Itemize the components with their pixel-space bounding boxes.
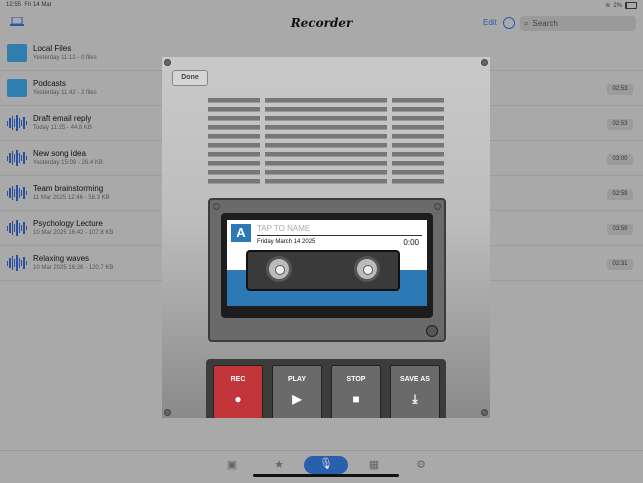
item-meta: 10 Mar 2025 16:42 - 107.8 KB — [33, 230, 114, 236]
rec-button[interactable]: REC ● — [213, 365, 263, 418]
item-name: Relaxing waves — [33, 254, 90, 263]
search-field[interactable]: ⌕ Search — [520, 16, 636, 31]
play-icon: ▶ — [292, 392, 302, 406]
done-button[interactable]: Done — [172, 70, 208, 86]
grid-plus-icon: ▦ — [368, 459, 380, 471]
screw-icon — [213, 203, 220, 210]
duration-badge: 03:00 — [607, 154, 633, 165]
recorder-panel: Done A TAP TO NAME Friday March 14 2025 … — [162, 57, 490, 418]
waveform-icon — [7, 184, 27, 202]
home-indicator — [253, 474, 399, 477]
screw-icon — [434, 203, 441, 210]
top-bar: Recorder Edit ⌕ Search — [0, 12, 643, 36]
speaker-grille — [265, 98, 387, 184]
search-placeholder: Search — [532, 19, 558, 28]
duration-badge: 02:53 — [607, 119, 633, 130]
status-bar: 12:55 Fri 14 Mar ≋ 2% — [0, 0, 643, 12]
duration-badge: 03:59 — [607, 224, 633, 235]
duration-badge: 02:53 — [607, 84, 633, 95]
reel-icon — [266, 256, 292, 282]
rec-icon: ● — [234, 392, 242, 406]
button-label: SAVE AS — [400, 376, 430, 383]
more-icon[interactable] — [503, 17, 515, 29]
save-as-button[interactable]: SAVE AS ⤓ — [390, 365, 440, 418]
tab-files-icon[interactable]: ▣ — [224, 457, 240, 473]
tab-star-icon[interactable]: ★ — [271, 457, 287, 473]
tab-grid-plus-icon[interactable]: ▦ — [366, 457, 382, 473]
waveform-icon — [7, 219, 27, 237]
item-meta: 11 Mar 2025 12:46 - 58.3 KB — [33, 195, 110, 201]
waveform-icon — [7, 114, 27, 132]
search-icon: ⌕ — [524, 18, 529, 28]
button-label: REC — [230, 376, 246, 383]
tab-bar: ▣ ★ 🎙 ▦ ⚙ — [0, 450, 643, 483]
stop-icon: ■ — [352, 392, 360, 406]
item-name: Psychology Lecture — [33, 219, 103, 228]
item-name: Team brainstorming — [33, 184, 104, 193]
play-button[interactable]: PLAY ▶ — [272, 365, 322, 418]
status-time: 12:55 Fri 14 Mar — [6, 2, 52, 8]
save-as-icon: ⤓ — [412, 392, 418, 406]
item-name: Podcasts — [33, 79, 66, 88]
waveform-icon — [7, 149, 27, 167]
item-name: Draft email reply — [33, 114, 92, 123]
battery-indicator: ≋ 2% — [605, 2, 637, 9]
recording-date: Friday March 14 2025 — [257, 239, 316, 245]
item-name: Local Files — [33, 44, 72, 53]
screw-icon — [481, 409, 488, 416]
tab-settings-icon[interactable]: ⚙ — [413, 457, 429, 473]
duration-badge: 02:31 — [607, 259, 633, 270]
folder-icon — [7, 44, 27, 62]
battery-icon — [625, 2, 637, 9]
screw-icon — [164, 59, 171, 66]
tap-to-name[interactable]: TAP TO NAME — [257, 224, 310, 233]
microphone-icon: 🎙 — [319, 458, 333, 470]
wifi-icon: ≋ — [605, 3, 611, 9]
cassette-deck: A TAP TO NAME Friday March 14 2025 0:00 — [208, 198, 446, 342]
speaker-grille — [208, 98, 260, 184]
deck-knob — [426, 325, 438, 337]
waveform-icon — [7, 254, 27, 272]
folder-icon — [7, 79, 27, 97]
duration-badge: 02:59 — [607, 189, 633, 200]
tab-microphone-icon[interactable]: 🎙 — [304, 456, 348, 474]
star-icon: ★ — [274, 459, 284, 471]
side-badge: A — [231, 224, 251, 242]
reel-icon — [354, 256, 380, 282]
recording-time: 0:00 — [403, 238, 419, 247]
settings-icon: ⚙ — [416, 459, 426, 471]
screw-icon — [481, 59, 488, 66]
item-meta: Yesterday 15:09 - 26.4 KB — [33, 160, 103, 166]
item-name: New song idea — [33, 149, 86, 158]
speaker-grille — [392, 98, 444, 184]
item-meta: Yesterday 11:12 - 0 files — [33, 55, 97, 61]
stop-button[interactable]: STOP ■ — [331, 365, 381, 418]
screw-icon — [164, 409, 171, 416]
item-meta: Yesterday 11:42 - 2 files — [33, 90, 97, 96]
edit-button[interactable]: Edit — [483, 18, 497, 27]
button-label: PLAY — [287, 376, 307, 383]
button-label: STOP — [346, 376, 366, 383]
transport-controls: REC ● PLAY ▶ STOP ■ SAVE AS ⤓ — [206, 359, 446, 418]
item-meta: 10 Mar 2025 16:26 - 120.7 KB — [33, 265, 114, 271]
item-meta: Today 11:25 - 44.8 KB — [33, 125, 92, 131]
cassette-tape: A TAP TO NAME Friday March 14 2025 0:00 — [221, 213, 433, 318]
files-icon: ▣ — [226, 459, 238, 471]
tape-window — [246, 250, 400, 291]
